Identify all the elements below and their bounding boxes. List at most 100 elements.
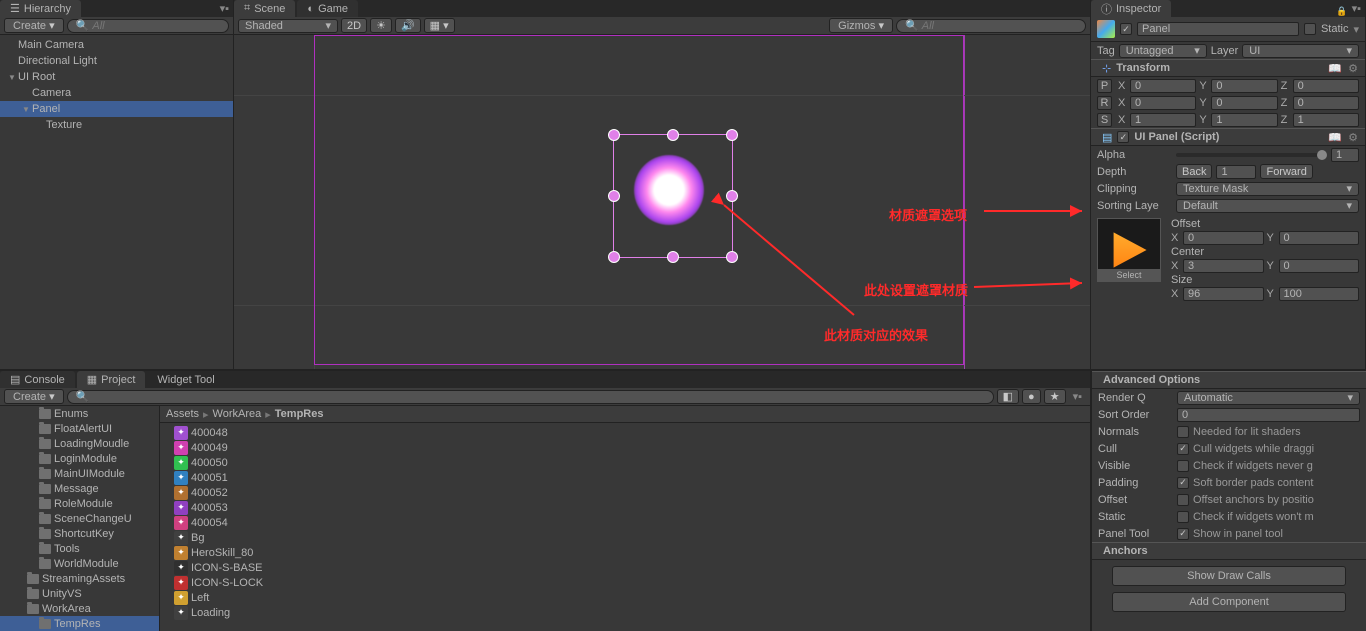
popout-icon[interactable]: ▾▪ <box>216 0 233 17</box>
lock-icon[interactable] <box>1336 5 1348 17</box>
help-icon[interactable]: 📖 <box>1328 131 1342 144</box>
asset-item[interactable]: ✦400048 <box>160 425 1090 440</box>
folder-item[interactable]: ShortcutKey <box>0 526 159 541</box>
folder-item[interactable]: LoadingMoudle <box>0 436 159 451</box>
folder-item[interactable]: UnityVS <box>0 586 159 601</box>
popout-icon[interactable]: ▾▪ <box>1069 388 1086 405</box>
project-tab[interactable]: ▦Project <box>77 371 146 388</box>
hierarchy-item[interactable]: Directional Light <box>0 53 233 69</box>
folder-item[interactable]: LoginModule <box>0 451 159 466</box>
depth-value[interactable]: 1 <box>1216 165 1256 179</box>
asset-item[interactable]: ✦Loading <box>160 605 1090 620</box>
alpha-slider[interactable] <box>1176 153 1327 157</box>
sorting-dropdown[interactable]: Default▾ <box>1176 199 1359 213</box>
folder-item[interactable]: TempRes <box>0 616 159 631</box>
cull-check[interactable] <box>1177 443 1189 455</box>
sortorder-field[interactable]: 0 <box>1177 408 1360 422</box>
rot-x[interactable]: 0 <box>1130 96 1196 110</box>
pos-x[interactable]: 0 <box>1130 79 1196 93</box>
hierarchy-item[interactable]: Camera <box>0 85 233 101</box>
center-x[interactable]: 3 <box>1183 259 1264 273</box>
padding-check[interactable] <box>1177 477 1189 489</box>
layer-dropdown[interactable]: UI▾ <box>1242 44 1359 58</box>
transform-header[interactable]: ⊹ Transform 📖 <box>1091 59 1365 77</box>
asset-item[interactable]: ✦HeroSkill_80 <box>160 545 1090 560</box>
clipping-dropdown[interactable]: Texture Mask▾ <box>1176 182 1359 196</box>
hierarchy-item[interactable]: Panel <box>0 101 233 117</box>
asset-item[interactable]: ✦ICON-S-LOCK <box>160 575 1090 590</box>
breadcrumb-part[interactable]: WorkArea <box>213 408 262 420</box>
breadcrumb-part[interactable]: Assets <box>166 408 199 420</box>
select-label[interactable]: Select <box>1098 269 1160 281</box>
scl-x[interactable]: 1 <box>1130 113 1196 127</box>
offset-check[interactable] <box>1177 494 1189 506</box>
gizmos-dropdown[interactable]: Gizmos ▾ <box>829 18 893 33</box>
breadcrumb[interactable]: Assets▸WorkArea▸TempRes <box>160 406 1090 423</box>
popout-icon[interactable]: ▾▪ <box>1348 0 1365 17</box>
size-y[interactable]: 100 <box>1279 287 1360 301</box>
filter-icon[interactable]: ◧ <box>997 389 1019 404</box>
renderq-dropdown[interactable]: Automatic▾ <box>1177 391 1360 405</box>
offset-y[interactable]: 0 <box>1279 231 1360 245</box>
hierarchy-tree[interactable]: Main CameraDirectional LightUI RootCamer… <box>0 35 233 369</box>
enabled-checkbox[interactable] <box>1120 23 1132 35</box>
folder-item[interactable]: StreamingAssets <box>0 571 159 586</box>
anchors-header[interactable]: Anchors <box>1092 542 1366 560</box>
breadcrumb-part[interactable]: TempRes <box>275 408 324 420</box>
folder-item[interactable]: RoleModule <box>0 496 159 511</box>
save-search-icon[interactable]: ★ <box>1044 389 1066 404</box>
gear-icon[interactable] <box>1347 62 1359 74</box>
light-toggle[interactable]: ☀ <box>370 18 392 33</box>
hierarchy-item[interactable]: Main Camera <box>0 37 233 53</box>
filter-type-icon[interactable]: ● <box>1022 389 1041 404</box>
static-checkbox[interactable] <box>1304 23 1316 35</box>
asset-list[interactable]: ✦400048✦400049✦400050✦400051✦400052✦4000… <box>160 423 1090 622</box>
asset-item[interactable]: ✦400052 <box>160 485 1090 500</box>
shaded-dropdown[interactable]: Shaded▾ <box>238 19 338 33</box>
offset-x[interactable]: 0 <box>1183 231 1264 245</box>
rot-z[interactable]: 0 <box>1293 96 1359 110</box>
scene-search[interactable]: 🔍 All <box>896 19 1086 33</box>
uipanel-enabled[interactable] <box>1117 131 1129 143</box>
asset-item[interactable]: ✦400053 <box>160 500 1090 515</box>
scene-tab[interactable]: ⌗Scene <box>234 0 295 17</box>
console-tab[interactable]: ▤Console <box>0 371 75 388</box>
asset-item[interactable]: ✦Bg <box>160 530 1090 545</box>
normals-check[interactable] <box>1177 426 1189 438</box>
static-check[interactable] <box>1177 511 1189 523</box>
advanced-header[interactable]: Advanced Options <box>1092 371 1366 389</box>
asset-item[interactable]: ✦400049 <box>160 440 1090 455</box>
tag-dropdown[interactable]: Untagged▾ <box>1119 44 1207 58</box>
folder-item[interactable]: Enums <box>0 406 159 421</box>
uipanel-header[interactable]: ▤ UI Panel (Script) 📖 <box>1091 128 1365 146</box>
center-y[interactable]: 0 <box>1279 259 1360 273</box>
pos-z[interactable]: 0 <box>1293 79 1359 93</box>
asset-item[interactable]: ✦400050 <box>160 455 1090 470</box>
mask-texture-thumb[interactable]: Select <box>1097 218 1161 282</box>
fx-toggle[interactable]: ▦ ▾ <box>424 18 455 33</box>
gear-icon[interactable] <box>1347 131 1359 143</box>
show-draw-calls-button[interactable]: Show Draw Calls <box>1112 566 1346 586</box>
folder-item[interactable]: Message <box>0 481 159 496</box>
visible-check[interactable] <box>1177 460 1189 472</box>
help-icon[interactable]: 📖 <box>1328 62 1342 75</box>
scene-viewport[interactable]: 材质遮罩选项 此处设置遮罩材质 此材质对应的效果 <box>234 35 1090 369</box>
pos-y[interactable]: 0 <box>1211 79 1277 93</box>
folder-item[interactable]: Tools <box>0 541 159 556</box>
scl-z[interactable]: 1 <box>1293 113 1359 127</box>
project-folders[interactable]: EnumsFloatAlertUILoadingMoudleLoginModul… <box>0 406 160 631</box>
depth-forward[interactable]: Forward <box>1260 164 1312 179</box>
hierarchy-item[interactable]: UI Root <box>0 69 233 85</box>
asset-item[interactable]: ✦ICON-S-BASE <box>160 560 1090 575</box>
game-tab[interactable]: ◐Game <box>297 0 358 17</box>
hierarchy-item[interactable]: Texture <box>0 117 233 133</box>
folder-item[interactable]: MainUIModule <box>0 466 159 481</box>
alpha-value[interactable]: 1 <box>1331 148 1359 162</box>
project-create-button[interactable]: Create ▾ <box>4 389 64 404</box>
folder-item[interactable]: SceneChangeU <box>0 511 159 526</box>
asset-item[interactable]: ✦400054 <box>160 515 1090 530</box>
asset-item[interactable]: ✦400051 <box>160 470 1090 485</box>
scl-y[interactable]: 1 <box>1211 113 1277 127</box>
paneltool-check[interactable] <box>1177 528 1189 540</box>
rot-y[interactable]: 0 <box>1211 96 1277 110</box>
